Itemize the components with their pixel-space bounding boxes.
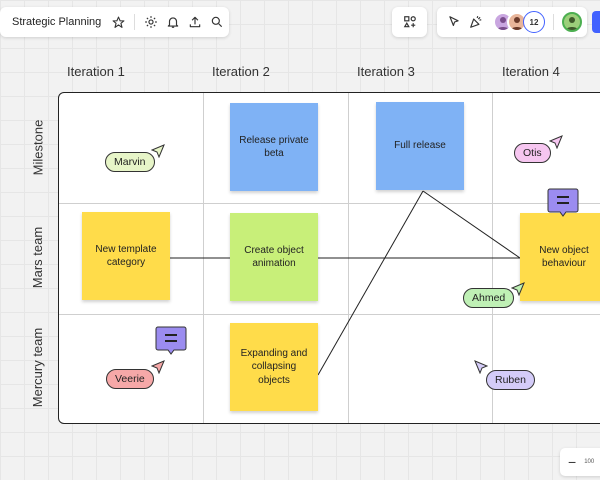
sticky-text: New template category xyxy=(95,243,157,269)
collaborator-cursor-label: Veerie xyxy=(106,369,154,389)
sticky-note[interactable]: Full release xyxy=(376,102,464,190)
zoom-out-button[interactable]: − xyxy=(568,454,576,470)
sticky-note[interactable]: New template category xyxy=(82,212,170,300)
cursor-arrow-icon xyxy=(474,360,488,374)
cursor-arrow-icon xyxy=(151,144,165,158)
collaborator-cursor-label: Marvin xyxy=(105,152,155,172)
sticky-note[interactable]: New object behaviour xyxy=(520,213,600,301)
sticky-text: Full release xyxy=(394,140,446,152)
comment-icon[interactable] xyxy=(155,326,187,355)
sticky-note[interactable]: Release private beta xyxy=(230,103,318,191)
collaborator-cursor-label: Ruben xyxy=(486,370,535,390)
sticky-note[interactable]: Expanding and collapsing objects xyxy=(230,323,318,411)
cursor-arrow-icon xyxy=(511,282,525,296)
sticky-note[interactable]: Create object animation xyxy=(230,213,318,301)
cursor-arrow-icon xyxy=(549,135,563,149)
zoom-control: − 100 xyxy=(560,448,600,476)
sticky-text: Expanding and collapsing objects xyxy=(240,347,308,386)
sticky-text: New object behaviour xyxy=(539,244,589,270)
collaborator-cursor-label: Otis xyxy=(514,143,551,163)
comment-icon[interactable] xyxy=(547,188,579,217)
zoom-level[interactable]: 100 xyxy=(584,459,594,465)
collaborator-cursor-label: Ahmed xyxy=(463,288,515,308)
cursor-arrow-icon xyxy=(151,360,165,374)
sticky-text: Create object animation xyxy=(244,244,304,270)
sticky-text: Release private beta xyxy=(239,134,309,160)
